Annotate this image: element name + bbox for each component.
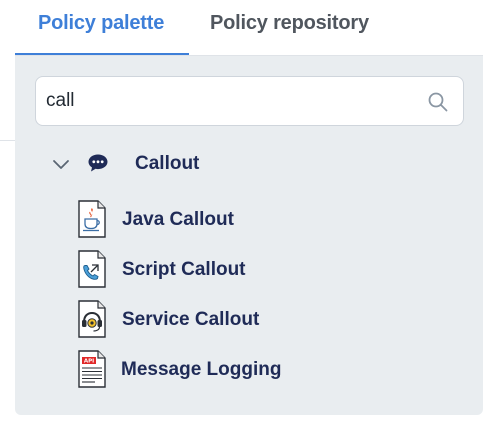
policy-label: Service Callout — [122, 309, 260, 330]
api-log-file-icon: API — [78, 350, 106, 388]
chevron-down-icon[interactable] — [51, 154, 71, 174]
chat-bubble-icon — [88, 154, 108, 172]
svg-text:API: API — [84, 359, 94, 365]
policy-label: Message Logging — [121, 359, 282, 380]
policy-label: Script Callout — [122, 259, 246, 280]
group-label: Callout — [135, 153, 200, 174]
java-file-icon — [78, 200, 106, 238]
search-icon[interactable] — [427, 91, 449, 113]
headset-file-icon — [78, 300, 106, 338]
search-field[interactable] — [35, 76, 464, 126]
policy-item-service-callout[interactable]: Service Callout — [77, 300, 437, 340]
policy-palette-panel: Callout Java Callout Script Callout — [15, 56, 483, 415]
phone-script-file-icon — [78, 250, 106, 288]
policy-item-script-callout[interactable]: Script Callout — [77, 250, 437, 290]
callout-group-header[interactable]: Callout — [51, 148, 351, 180]
tab-policy-repository[interactable]: Policy repository — [210, 12, 369, 35]
tab-policy-palette[interactable]: Policy palette — [38, 12, 164, 35]
policy-item-message-logging[interactable]: API Message Logging — [77, 350, 437, 390]
search-input[interactable] — [46, 85, 416, 117]
policy-label: Java Callout — [122, 209, 234, 230]
tab-bar: Policy palette Policy repository — [15, 0, 483, 56]
divider-line — [0, 140, 15, 141]
policy-item-java-callout[interactable]: Java Callout — [77, 200, 437, 240]
